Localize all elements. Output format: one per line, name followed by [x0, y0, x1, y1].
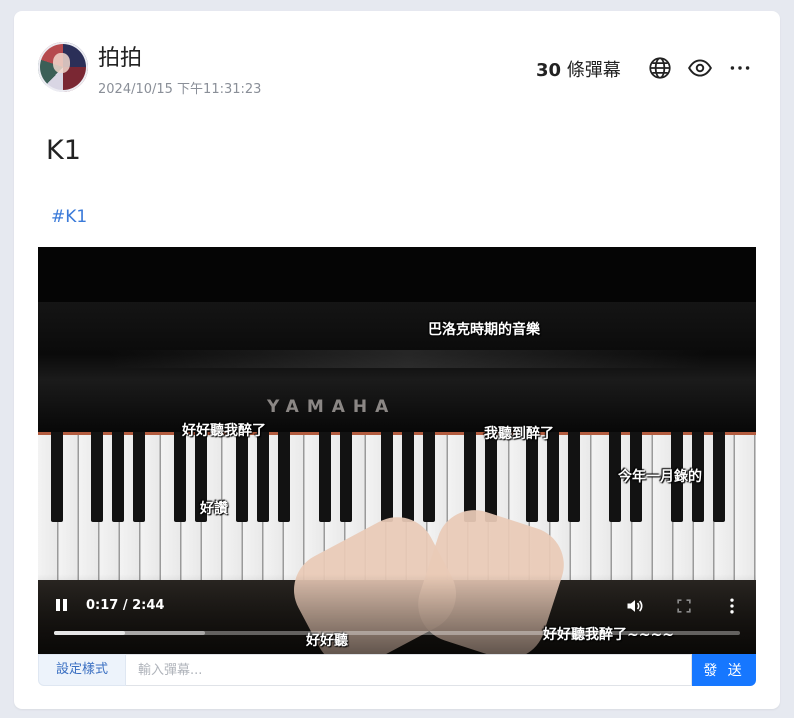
hashtag-link[interactable]: #K1: [51, 207, 87, 227]
globe-icon[interactable]: [647, 55, 673, 81]
username[interactable]: 拍拍: [98, 40, 142, 72]
video-player[interactable]: YAMAHA 巴洛克時期的音樂 好好聽我醉了 我聽到醉了 今年一月錄的 好讚 好…: [38, 247, 756, 654]
post-title: K1: [46, 135, 81, 166]
piano-fallboard: [38, 302, 756, 432]
danmaku-comment: 巴洛克時期的音樂: [428, 322, 540, 338]
send-button[interactable]: 發 送: [692, 654, 756, 686]
danmaku-count: 30 條彈幕: [536, 56, 621, 82]
post-timestamp: 2024/10/15 下午11:31:23: [98, 82, 262, 97]
danmaku-comment: 今年一月錄的: [618, 469, 702, 485]
style-settings-button[interactable]: 設定樣式: [38, 654, 126, 686]
danmaku-count-number: 30: [536, 60, 562, 81]
danmaku-comment: 我聽到醉了: [484, 426, 554, 442]
pause-icon[interactable]: [55, 597, 69, 613]
eye-icon[interactable]: [687, 55, 713, 81]
danmaku-count-label: 條彈幕: [561, 60, 621, 81]
video-progress-bar[interactable]: [54, 631, 740, 635]
danmaku-composer: 設定樣式 發 送: [38, 654, 756, 686]
volume-icon[interactable]: [625, 596, 645, 616]
progress-fill: [54, 631, 126, 635]
video-time: 0:17 / 2:44: [86, 598, 165, 613]
danmaku-input[interactable]: [126, 654, 692, 686]
yamaha-logo: YAMAHA: [267, 397, 397, 417]
more-icon[interactable]: [727, 55, 753, 81]
avatar[interactable]: [38, 42, 88, 92]
more-options-icon[interactable]: [722, 596, 742, 616]
danmaku-comment: 好好聽我醉了: [182, 423, 266, 439]
danmaku-comment: 好讚: [200, 501, 228, 517]
fullscreen-icon[interactable]: [674, 596, 694, 616]
post-card: 拍拍 2024/10/15 下午11:31:23 30 條彈幕 K1 #K1 Y…: [14, 11, 780, 709]
